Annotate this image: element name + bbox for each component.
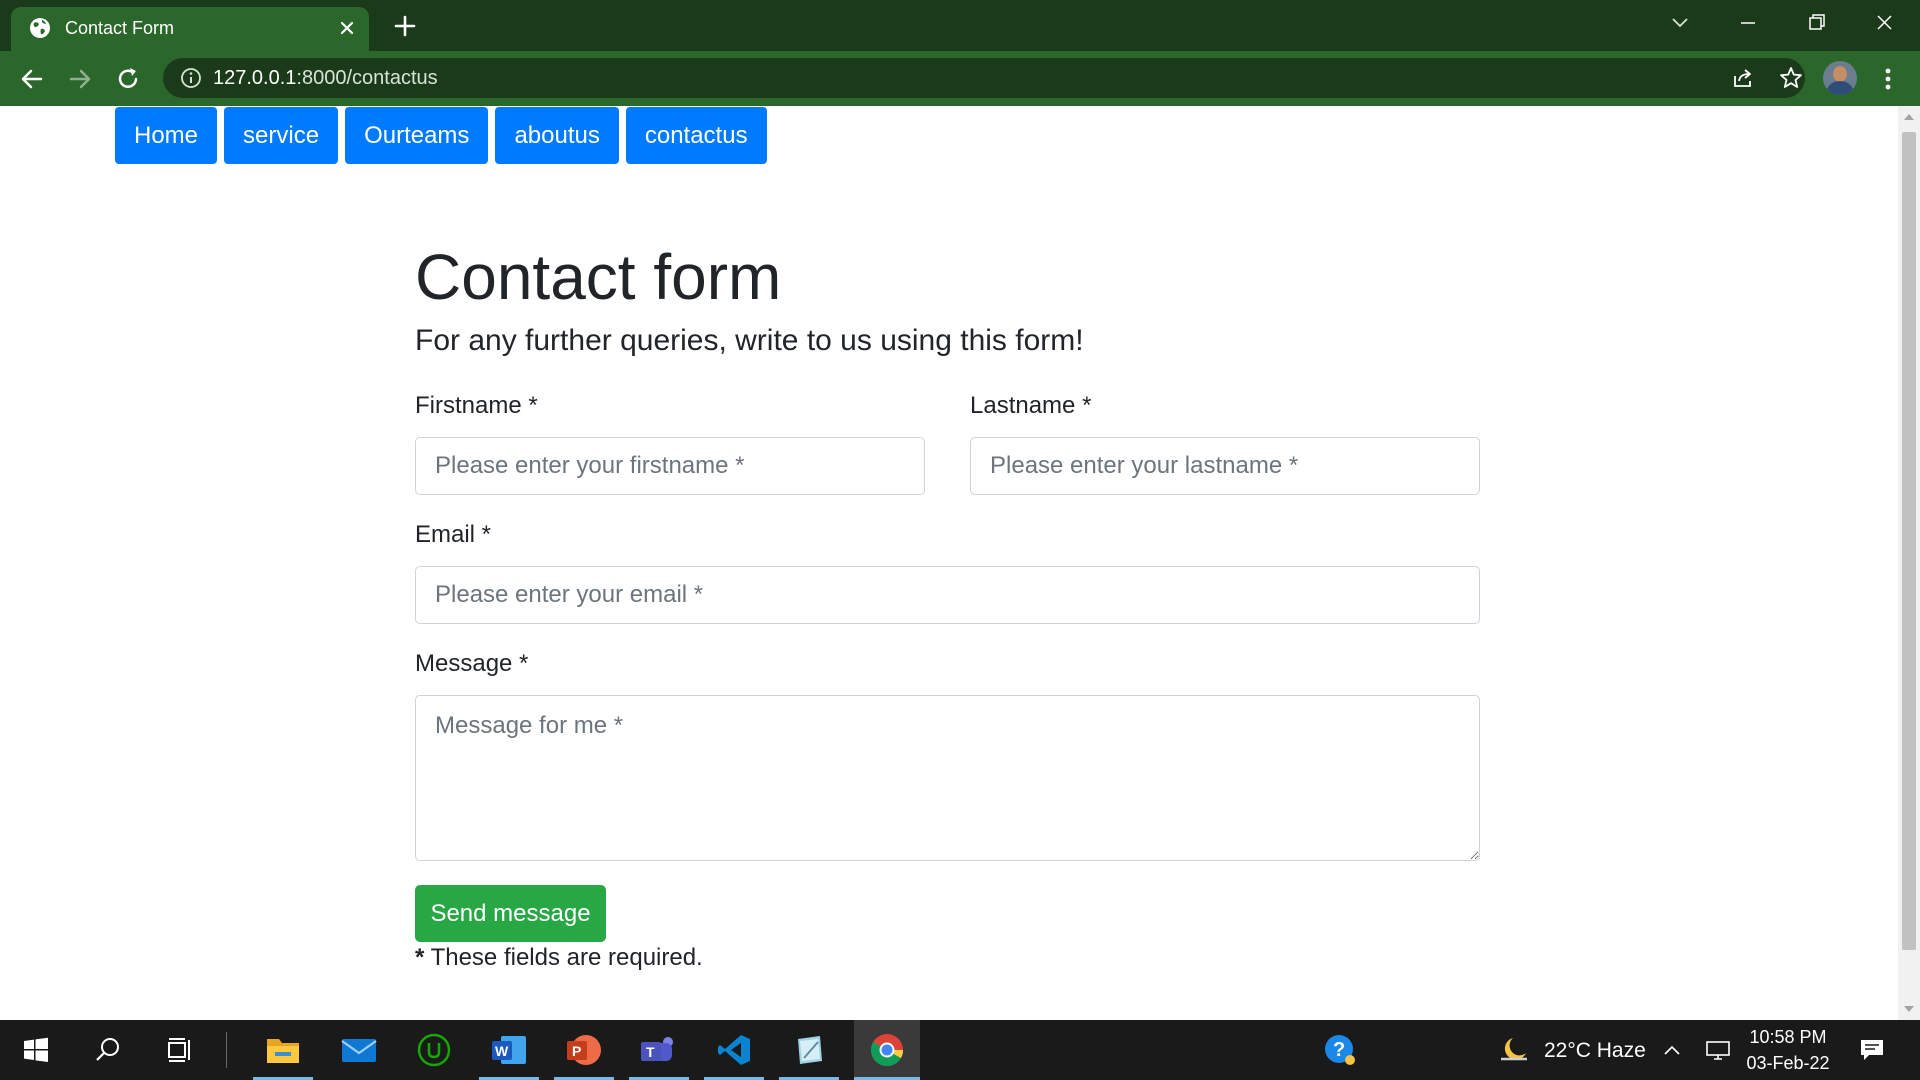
- page-subtitle: For any further queries, write to us usi…: [415, 324, 1084, 357]
- windows-start-icon[interactable]: [6, 1020, 66, 1080]
- send-message-button[interactable]: Send message: [415, 885, 606, 942]
- scrollbar-thumb[interactable]: [1902, 132, 1916, 950]
- email-label: Email *: [415, 521, 492, 548]
- task-view-icon[interactable]: [150, 1020, 210, 1080]
- kebab-menu-icon[interactable]: [1876, 63, 1900, 95]
- svg-text:W: W: [495, 1043, 509, 1059]
- page-title: Contact form: [415, 241, 782, 313]
- close-window-icon[interactable]: [1866, 8, 1902, 38]
- required-fields-note: * These fields are required.: [415, 944, 703, 971]
- message-label: Message *: [415, 650, 529, 677]
- mail-icon[interactable]: [329, 1020, 389, 1080]
- reload-icon[interactable]: [112, 63, 144, 95]
- close-icon[interactable]: [334, 15, 360, 41]
- upwork-icon[interactable]: [404, 1020, 464, 1080]
- address-bar[interactable]: 127.0.0.1:8000/contactus: [163, 58, 1805, 98]
- svg-text:T: T: [646, 1044, 655, 1060]
- notepad-icon[interactable]: [779, 1020, 839, 1080]
- taskbar-separator: [226, 1032, 227, 1068]
- browser-toolbar: 127.0.0.1:8000/contactus: [0, 51, 1920, 106]
- help-icon[interactable]: ?: [1310, 1020, 1370, 1080]
- teams-icon[interactable]: T: [629, 1020, 689, 1080]
- windows-taskbar: W P T ? 22°C Haze 10:58 PM 03-Feb-22: [0, 1020, 1920, 1080]
- powerpoint-icon[interactable]: P: [554, 1020, 614, 1080]
- browser-tab-bar: Contact Form: [0, 0, 1920, 51]
- scroll-up-arrow-icon[interactable]: [1903, 112, 1915, 122]
- minimize-icon[interactable]: [1730, 8, 1766, 38]
- nav-service-button[interactable]: service: [224, 107, 339, 164]
- forward-arrow-icon[interactable]: [64, 63, 96, 95]
- chevron-up-icon[interactable]: [1652, 1020, 1692, 1080]
- lastname-label: Lastname *: [970, 392, 1092, 419]
- clock-date: 03-Feb-22: [1746, 1053, 1830, 1073]
- tab-title: Contact Form: [65, 18, 175, 38]
- nav-contactus-button[interactable]: contactus: [625, 107, 767, 164]
- back-arrow-icon[interactable]: [16, 63, 48, 95]
- clock-time: 10:58 PM: [1749, 1027, 1827, 1047]
- share-icon[interactable]: [1730, 65, 1756, 91]
- notification-center-icon[interactable]: [1842, 1020, 1902, 1080]
- profile-avatar[interactable]: [1823, 61, 1857, 95]
- network-icon[interactable]: [1698, 1020, 1738, 1080]
- taskbar-clock[interactable]: 10:58 PM 03-Feb-22: [1740, 1024, 1836, 1076]
- page-viewport: Home service Ourteams aboutus contactus …: [0, 106, 1898, 1020]
- top-nav: Home service Ourteams aboutus contactus: [115, 107, 767, 164]
- weather-moon-icon[interactable]: [1484, 1020, 1544, 1080]
- word-icon[interactable]: W: [479, 1020, 539, 1080]
- search-icon[interactable]: [78, 1020, 138, 1080]
- nav-ourteams-button[interactable]: Ourteams: [345, 107, 489, 164]
- scroll-down-arrow-icon[interactable]: [1903, 1004, 1915, 1014]
- message-textarea[interactable]: [415, 695, 1480, 861]
- new-tab-plus-icon[interactable]: [390, 11, 420, 41]
- page-scrollbar[interactable]: [1898, 106, 1920, 1020]
- firstname-input[interactable]: [415, 437, 925, 495]
- vscode-icon[interactable]: [704, 1020, 764, 1080]
- file-explorer-icon[interactable]: [253, 1020, 313, 1080]
- tab-search-chevron-icon[interactable]: [1662, 8, 1698, 38]
- email-input[interactable]: [415, 566, 1480, 624]
- lastname-input[interactable]: [970, 437, 1480, 495]
- site-info-icon[interactable]: [179, 66, 203, 90]
- browser-tab-contact-form[interactable]: Contact Form: [11, 7, 369, 51]
- svg-text:P: P: [572, 1043, 581, 1059]
- weather-text[interactable]: 22°C Haze: [1544, 1039, 1646, 1063]
- svg-text:?: ?: [1333, 1039, 1345, 1061]
- nav-home-button[interactable]: Home: [115, 107, 218, 164]
- globe-icon: [30, 18, 50, 38]
- restore-icon[interactable]: [1798, 8, 1834, 38]
- nav-aboutus-button[interactable]: aboutus: [495, 107, 619, 164]
- bookmark-star-icon[interactable]: [1778, 65, 1804, 91]
- url-text: 127.0.0.1:8000/contactus: [213, 67, 438, 89]
- chrome-icon[interactable]: [854, 1020, 920, 1080]
- firstname-label: Firstname *: [415, 392, 538, 419]
